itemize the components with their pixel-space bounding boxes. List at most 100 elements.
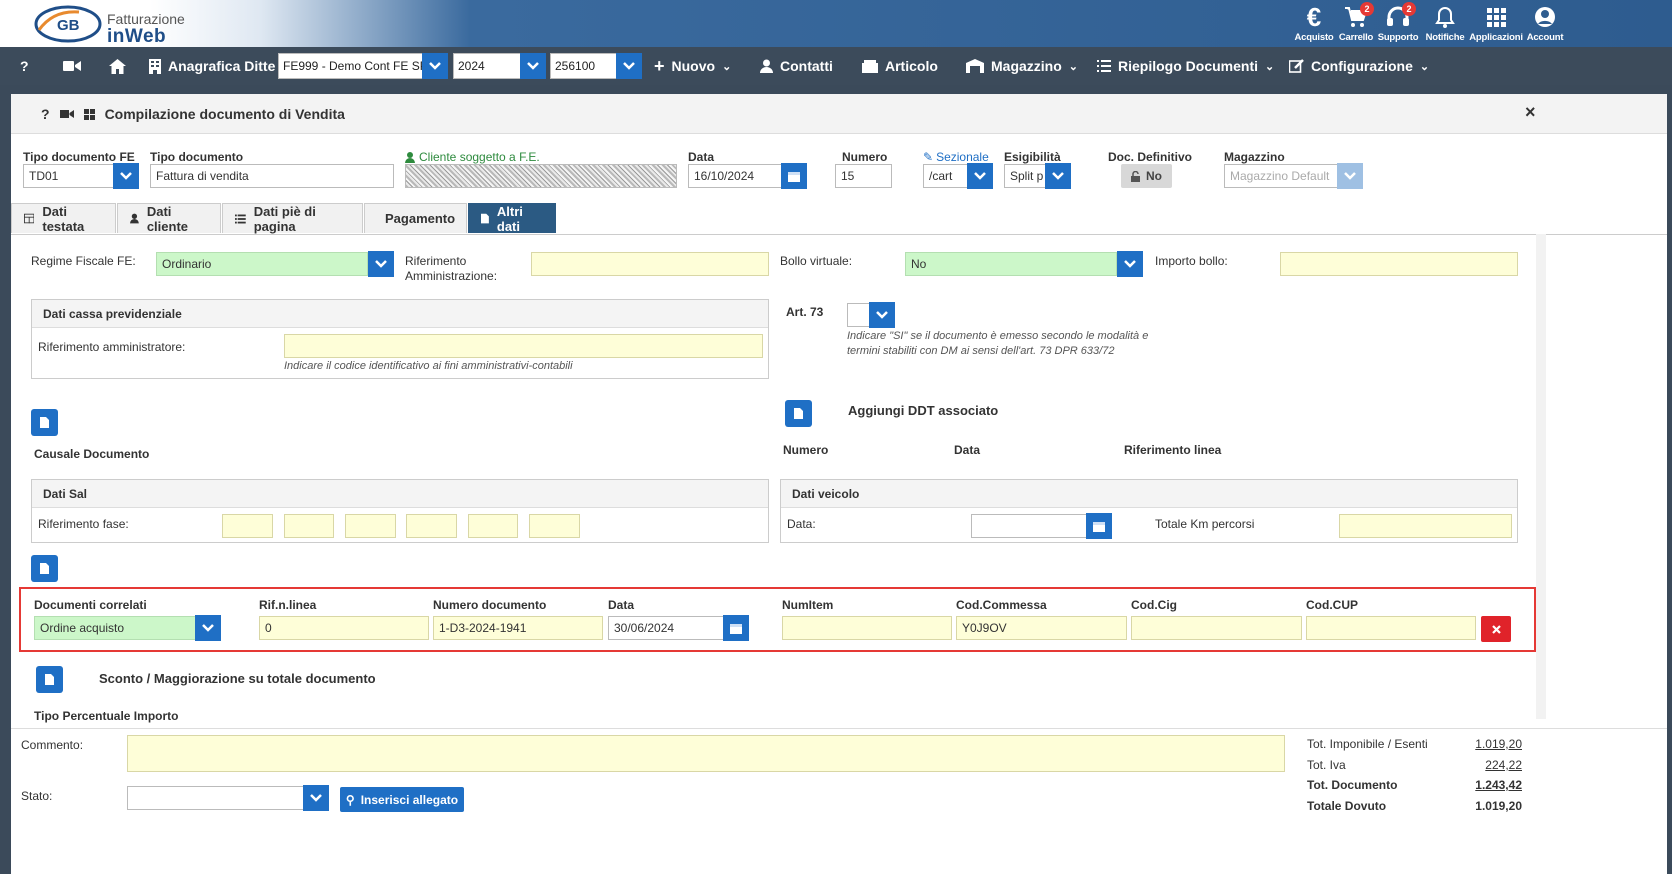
brand-line2: inWeb <box>107 26 167 47</box>
correlati-commessa-header: Cod.Commessa <box>956 598 1047 612</box>
chevron-down-icon[interactable] <box>422 53 448 79</box>
tab-dati-cliente[interactable]: Dati cliente <box>117 203 221 234</box>
tipo-fe-select[interactable]: TD01 <box>23 164 117 188</box>
tipo-doc-input[interactable]: Fattura di vendita <box>150 164 394 188</box>
bollo-select[interactable]: No <box>905 252 1117 276</box>
esigibilita-select[interactable]: Split p <box>1004 164 1046 188</box>
table-icon <box>24 213 35 224</box>
scrollbar[interactable] <box>1536 234 1546 719</box>
veicolo-box: Dati veicolo Data: Totale Km percorsi <box>780 479 1518 543</box>
documento-label: Tot. Documento <box>1307 778 1398 792</box>
help-icon[interactable]: ? <box>41 106 50 122</box>
tab-dati-pie-di-pagina[interactable]: Dati piè di pagina <box>222 203 363 234</box>
importo-bollo-input[interactable] <box>1280 252 1518 276</box>
codice-select[interactable]: 256100 <box>550 53 642 79</box>
document-panel: ? Compilazione documento di Vendita × Ti… <box>11 94 1667 874</box>
correlati-num-input[interactable]: 1-D3-2024-1941 <box>433 616 603 640</box>
correlati-cup-input[interactable] <box>1306 616 1476 640</box>
dovuto-label: Totale Dovuto <box>1307 799 1387 813</box>
rif-ammin-input[interactable] <box>284 334 763 358</box>
numero-input[interactable]: 15 <box>835 164 892 188</box>
help-button[interactable]: ? <box>20 47 29 85</box>
nuovo-menu[interactable]: + Nuovo ⌄ <box>654 47 731 85</box>
sconto-add-button[interactable] <box>36 666 63 693</box>
correlati-cig-header: Cod.Cig <box>1131 598 1177 612</box>
veicolo-data-input[interactable] <box>971 514 1089 538</box>
chevron-down-icon[interactable] <box>195 615 221 641</box>
configurazione-menu[interactable]: Configurazione ⌄ <box>1289 47 1429 85</box>
rif-fase-input-6[interactable] <box>529 514 580 538</box>
articolo-link[interactable]: Articolo <box>862 47 938 85</box>
delete-row-button[interactable] <box>1481 616 1511 642</box>
correlati-rif-input[interactable]: 0 <box>259 616 429 640</box>
chevron-down-icon[interactable] <box>616 53 642 79</box>
correlati-cig-input[interactable] <box>1131 616 1302 640</box>
correlati-numitem-input[interactable] <box>782 616 952 640</box>
grid-icon[interactable] <box>83 108 95 120</box>
calendar-icon[interactable] <box>723 615 749 641</box>
chevron-down-icon[interactable] <box>1045 163 1071 189</box>
documento-value[interactable]: 1.243,42 <box>1442 778 1522 792</box>
cliente-input-redacted[interactable] <box>405 164 677 188</box>
chevron-down-icon[interactable] <box>113 163 139 189</box>
chevron-down-icon[interactable] <box>520 53 546 79</box>
tab-pagamento[interactable]: Pagamento <box>364 203 467 233</box>
correlati-commessa-input[interactable]: Y0J9OV <box>956 616 1127 640</box>
magazzino-select[interactable]: Magazzino Default <box>1224 164 1339 188</box>
commento-textarea[interactable] <box>127 735 1285 772</box>
chevron-down-icon[interactable] <box>1117 251 1143 277</box>
sezionale-link[interactable]: ✎ Sezionale <box>923 150 989 164</box>
tab-altri-dati[interactable]: Altri dati <box>468 203 556 234</box>
riepilogo-menu[interactable]: Riepilogo Documenti ⌄ <box>1097 47 1274 85</box>
chevron-down-icon[interactable] <box>967 163 993 189</box>
tab-dati-testata[interactable]: Dati testata <box>11 203 116 234</box>
video-icon[interactable] <box>59 109 74 119</box>
chevron-down-icon[interactable] <box>1337 163 1363 189</box>
causale-add-button[interactable] <box>31 409 58 436</box>
bollo-label: Bollo virtuale: <box>780 254 853 268</box>
chevron-down-icon[interactable] <box>368 251 394 277</box>
account-button[interactable]: Account <box>1515 2 1575 43</box>
regime-select[interactable]: Ordinario <box>156 252 368 276</box>
rif-fase-input-2[interactable] <box>284 514 334 538</box>
rif-amm-input[interactable] <box>531 252 769 276</box>
stato-select[interactable] <box>127 786 305 810</box>
home-button[interactable] <box>109 47 126 85</box>
magazzino-menu[interactable]: Magazzino ⌄ <box>966 47 1078 85</box>
km-input[interactable] <box>1339 514 1512 538</box>
anagrafica-ditte[interactable]: Anagrafica Ditte <box>149 47 275 85</box>
ddt-add-button[interactable] <box>785 400 812 427</box>
calendar-icon[interactable] <box>1086 513 1112 539</box>
iva-label: Tot. Iva <box>1307 758 1346 772</box>
chevron-down-icon[interactable] <box>303 785 329 811</box>
tipo-doc-label: Tipo documento <box>150 150 244 164</box>
cassa-box: Dati cassa previdenziale Riferimento amm… <box>31 299 769 379</box>
close-button[interactable]: × <box>1525 102 1536 123</box>
user-icon <box>130 213 139 224</box>
top-bar: GB Fatturazione inWeb € Acquisto 2 Carre… <box>0 0 1672 47</box>
contatti-link[interactable]: Contatti <box>760 47 833 85</box>
calendar-icon[interactable] <box>781 163 807 189</box>
rif-fase-input-1[interactable] <box>222 514 273 538</box>
anno-select[interactable]: 2024 <box>453 53 546 79</box>
rif-fase-input-3[interactable] <box>345 514 396 538</box>
iva-value[interactable]: 224,22 <box>1442 758 1522 772</box>
ditta-select[interactable]: FE999 - Demo Cont FE SPA <box>278 53 448 79</box>
correlati-data-input[interactable]: 30/06/2024 <box>608 616 725 640</box>
chevron-down-icon[interactable] <box>869 302 895 328</box>
correlati-add-button[interactable] <box>31 555 58 582</box>
panel-header: ? Compilazione documento di Vendita × <box>11 94 1667 134</box>
data-input[interactable]: 16/10/2024 <box>688 164 784 188</box>
building-icon <box>149 58 161 74</box>
rif-fase-input-4[interactable] <box>406 514 457 538</box>
rif-fase-input-5[interactable] <box>468 514 518 538</box>
user-icon <box>405 151 415 163</box>
definitivo-toggle[interactable]: No <box>1121 164 1172 188</box>
correlati-doc-select[interactable]: Ordine acquisto <box>34 616 196 640</box>
sezionale-select[interactable]: /cart <box>923 164 969 188</box>
imponibile-value[interactable]: 1.019,20 <box>1442 737 1522 751</box>
inserisci-allegato-button[interactable]: ⚲ Inserisci allegato <box>340 787 464 812</box>
art73-select[interactable] <box>847 303 871 327</box>
video-button[interactable] <box>63 47 81 85</box>
user-icon <box>760 59 773 73</box>
